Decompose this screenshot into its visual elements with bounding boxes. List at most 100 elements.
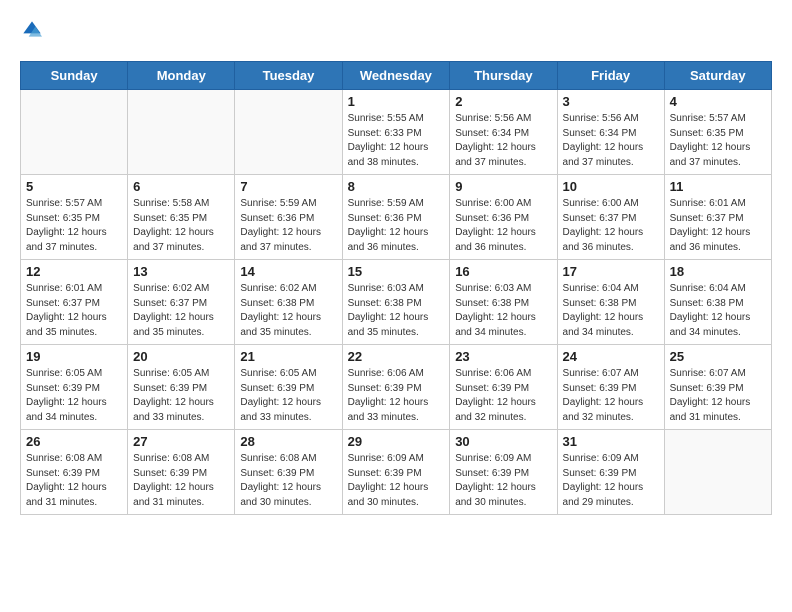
day-number: 13 (133, 264, 229, 279)
day-info: Sunrise: 6:01 AM Sunset: 6:37 PM Dayligh… (670, 197, 766, 255)
col-header-friday: Friday (557, 62, 664, 90)
calendar-cell: 6Sunrise: 5:58 AM Sunset: 6:35 PM Daylig… (128, 175, 235, 260)
col-header-sunday: Sunday (21, 62, 128, 90)
day-number: 8 (348, 179, 445, 194)
day-info: Sunrise: 5:57 AM Sunset: 6:35 PM Dayligh… (670, 112, 766, 170)
page-header (20, 20, 772, 45)
calendar-cell: 2 Sunrise: 5:56 AM Sunset: 6:34 PM Daylig… (450, 90, 557, 175)
day-number: 26 (26, 434, 122, 449)
col-header-tuesday: Tuesday (235, 62, 342, 90)
calendar-cell: 12 Sunrise: 6:01 AM Sunset: 6:37 PM Dayli… (21, 260, 128, 345)
day-info: Sunrise: 6:09 AM Sunset: 6:39 PM Dayligh… (563, 452, 659, 510)
day-info: Sunrise: 6:00 AM Sunset: 6:37 PM Dayligh… (563, 197, 659, 255)
day-info: Sunrise: 5:59 AM Sunset: 6:36 PM Dayligh… (348, 197, 445, 255)
logo (20, 20, 42, 45)
week-row-2: 12 Sunrise: 6:01 AM Sunset: 6:37 PM Dayli… (21, 260, 772, 345)
day-number: 15 (348, 264, 445, 279)
calendar-cell: 14 Sunrise: 6:02 AM Sunset: 6:38 PM Dayli… (235, 260, 342, 345)
day-number: 5 (26, 179, 122, 194)
day-number: 12 (26, 264, 122, 279)
calendar-cell: 15Sunrise: 6:03 AM Sunset: 6:38 PM Dayli… (342, 260, 450, 345)
day-number: 19 (26, 349, 122, 364)
calendar-cell: 18 Sunrise: 6:04 AM Sunset: 6:38 PM Dayli… (664, 260, 771, 345)
day-number: 27 (133, 434, 229, 449)
calendar-cell: 24Sunrise: 6:07 AM Sunset: 6:39 PM Dayli… (557, 345, 664, 430)
day-info: Sunrise: 6:05 AM Sunset: 6:39 PM Dayligh… (133, 367, 229, 425)
day-number: 24 (563, 349, 659, 364)
day-number: 20 (133, 349, 229, 364)
day-number: 30 (455, 434, 551, 449)
calendar-cell: 16 Sunrise: 6:03 AM Sunset: 6:38 PM Dayli… (450, 260, 557, 345)
day-number: 10 (563, 179, 659, 194)
week-row-3: 19 Sunrise: 6:05 AM Sunset: 6:39 PM Dayli… (21, 345, 772, 430)
day-number: 28 (240, 434, 336, 449)
day-number: 16 (455, 264, 551, 279)
day-number: 9 (455, 179, 551, 194)
day-info: Sunrise: 5:58 AM Sunset: 6:35 PM Dayligh… (133, 197, 229, 255)
calendar-cell: 22Sunrise: 6:06 AM Sunset: 6:39 PM Dayli… (342, 345, 450, 430)
calendar-cell: 1Sunrise: 5:55 AM Sunset: 6:33 PM Daylig… (342, 90, 450, 175)
day-info: Sunrise: 5:59 AM Sunset: 6:36 PM Dayligh… (240, 197, 336, 255)
col-header-monday: Monday (128, 62, 235, 90)
day-info: Sunrise: 6:08 AM Sunset: 6:39 PM Dayligh… (26, 452, 122, 510)
day-number: 14 (240, 264, 336, 279)
calendar-cell: 8 Sunrise: 5:59 AM Sunset: 6:36 PM Daylig… (342, 175, 450, 260)
col-header-saturday: Saturday (664, 62, 771, 90)
col-header-wednesday: Wednesday (342, 62, 450, 90)
calendar-cell: 3 Sunrise: 5:56 AM Sunset: 6:34 PM Daylig… (557, 90, 664, 175)
day-info: Sunrise: 6:08 AM Sunset: 6:39 PM Dayligh… (133, 452, 229, 510)
day-info: Sunrise: 6:05 AM Sunset: 6:39 PM Dayligh… (240, 367, 336, 425)
day-info: Sunrise: 5:56 AM Sunset: 6:34 PM Dayligh… (563, 112, 659, 170)
day-info: Sunrise: 6:09 AM Sunset: 6:39 PM Dayligh… (455, 452, 551, 510)
day-number: 4 (670, 94, 766, 109)
day-info: Sunrise: 6:01 AM Sunset: 6:37 PM Dayligh… (26, 282, 122, 340)
day-info: Sunrise: 5:55 AM Sunset: 6:33 PM Dayligh… (348, 112, 445, 170)
calendar-cell: 13Sunrise: 6:02 AM Sunset: 6:37 PM Dayli… (128, 260, 235, 345)
calendar-cell: 21 Sunrise: 6:05 AM Sunset: 6:39 PM Dayli… (235, 345, 342, 430)
day-info: Sunrise: 5:57 AM Sunset: 6:35 PM Dayligh… (26, 197, 122, 255)
calendar-cell: 27 Sunrise: 6:08 AM Sunset: 6:39 PM Dayli… (128, 430, 235, 515)
day-number: 7 (240, 179, 336, 194)
calendar-cell (21, 90, 128, 175)
day-info: Sunrise: 5:56 AM Sunset: 6:34 PM Dayligh… (455, 112, 551, 170)
day-info: Sunrise: 6:03 AM Sunset: 6:38 PM Dayligh… (455, 282, 551, 340)
day-info: Sunrise: 6:07 AM Sunset: 6:39 PM Dayligh… (670, 367, 766, 425)
day-number: 17 (563, 264, 659, 279)
day-info: Sunrise: 6:05 AM Sunset: 6:39 PM Dayligh… (26, 367, 122, 425)
day-number: 25 (670, 349, 766, 364)
day-number: 31 (563, 434, 659, 449)
calendar-cell: 30 Sunrise: 6:09 AM Sunset: 6:39 PM Dayli… (450, 430, 557, 515)
calendar-cell: 23 Sunrise: 6:06 AM Sunset: 6:39 PM Dayli… (450, 345, 557, 430)
day-info: Sunrise: 6:06 AM Sunset: 6:39 PM Dayligh… (455, 367, 551, 425)
day-number: 23 (455, 349, 551, 364)
day-number: 11 (670, 179, 766, 194)
calendar-cell: 19 Sunrise: 6:05 AM Sunset: 6:39 PM Dayli… (21, 345, 128, 430)
week-row-4: 26 Sunrise: 6:08 AM Sunset: 6:39 PM Dayli… (21, 430, 772, 515)
day-number: 3 (563, 94, 659, 109)
day-info: Sunrise: 6:02 AM Sunset: 6:38 PM Dayligh… (240, 282, 336, 340)
day-info: Sunrise: 6:08 AM Sunset: 6:39 PM Dayligh… (240, 452, 336, 510)
day-info: Sunrise: 6:04 AM Sunset: 6:38 PM Dayligh… (563, 282, 659, 340)
week-row-1: 5 Sunrise: 5:57 AM Sunset: 6:35 PM Daylig… (21, 175, 772, 260)
calendar-cell: 20 Sunrise: 6:05 AM Sunset: 6:39 PM Dayli… (128, 345, 235, 430)
day-number: 22 (348, 349, 445, 364)
day-info: Sunrise: 6:00 AM Sunset: 6:36 PM Dayligh… (455, 197, 551, 255)
day-number: 21 (240, 349, 336, 364)
day-number: 18 (670, 264, 766, 279)
calendar-cell: 11 Sunrise: 6:01 AM Sunset: 6:37 PM Dayli… (664, 175, 771, 260)
calendar-cell: 28 Sunrise: 6:08 AM Sunset: 6:39 PM Dayli… (235, 430, 342, 515)
logo-icon (22, 20, 42, 40)
calendar-cell: 5 Sunrise: 5:57 AM Sunset: 6:35 PM Daylig… (21, 175, 128, 260)
calendar-cell (664, 430, 771, 515)
calendar-cell: 25 Sunrise: 6:07 AM Sunset: 6:39 PM Dayli… (664, 345, 771, 430)
day-info: Sunrise: 6:04 AM Sunset: 6:38 PM Dayligh… (670, 282, 766, 340)
calendar-cell: 31 Sunrise: 6:09 AM Sunset: 6:39 PM Dayli… (557, 430, 664, 515)
calendar-cell: 7 Sunrise: 5:59 AM Sunset: 6:36 PM Daylig… (235, 175, 342, 260)
day-info: Sunrise: 6:09 AM Sunset: 6:39 PM Dayligh… (348, 452, 445, 510)
col-header-thursday: Thursday (450, 62, 557, 90)
calendar-cell (235, 90, 342, 175)
calendar-table: SundayMondayTuesdayWednesdayThursdayFrid… (20, 61, 772, 515)
day-number: 2 (455, 94, 551, 109)
calendar-cell (128, 90, 235, 175)
calendar-cell: 17 Sunrise: 6:04 AM Sunset: 6:38 PM Dayli… (557, 260, 664, 345)
